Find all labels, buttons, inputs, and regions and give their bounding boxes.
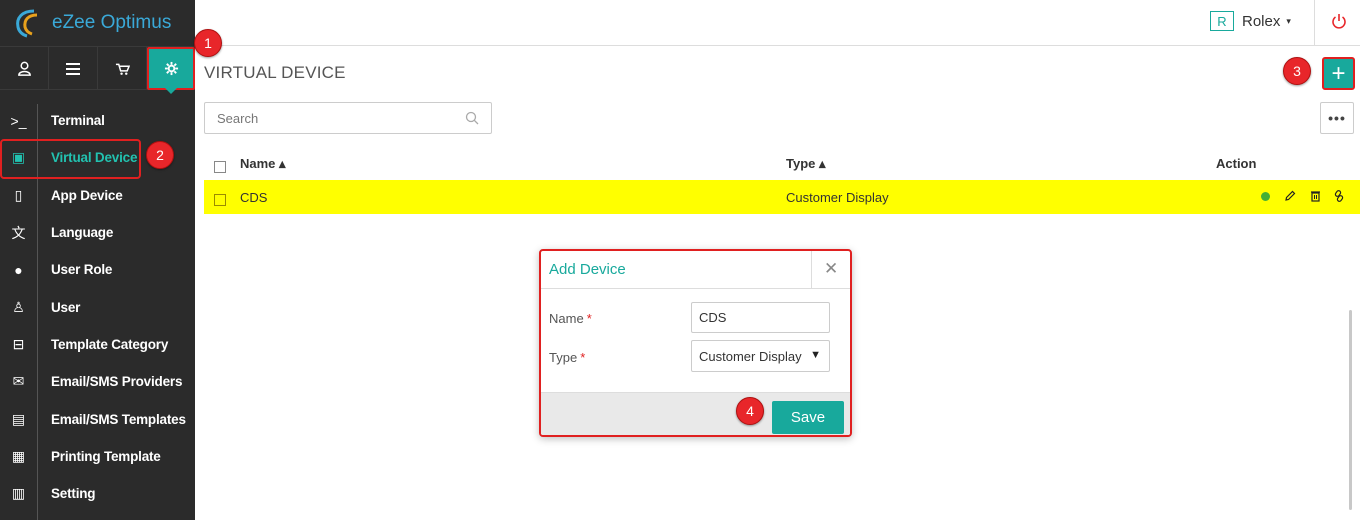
chevron-down-icon: ▼ xyxy=(810,349,821,361)
callout-3: 3 xyxy=(1283,57,1311,85)
dialog-header: Add Device ✕ xyxy=(541,251,850,289)
app-logo[interactable]: eZee Optimus xyxy=(0,0,195,46)
receipt-icon: ▦ xyxy=(11,447,26,464)
divider xyxy=(811,251,812,289)
dialog-footer: Save xyxy=(541,392,850,435)
sidebar-item-printing-template[interactable]: ▦ Printing Template xyxy=(0,438,195,475)
sidebar-item-terminal[interactable]: >_ Terminal xyxy=(0,102,195,139)
language-icon: 文 xyxy=(11,224,26,241)
sidebar-item-label: Printing Template xyxy=(51,448,161,464)
scrollbar[interactable] xyxy=(1349,310,1352,510)
divider xyxy=(1314,0,1315,46)
name-field[interactable]: CDS xyxy=(691,302,830,333)
sidebar-item-template-category[interactable]: ⊟ Template Category xyxy=(0,326,195,363)
column-header-action: Action xyxy=(1216,156,1257,171)
sidebar-item-label: Setting xyxy=(51,486,96,502)
sidebar-item-email-sms-providers[interactable]: ✉ Email/SMS Providers xyxy=(0,363,195,400)
callout-1: 1 xyxy=(194,29,222,57)
sidebar-icon-tabs xyxy=(0,46,195,90)
more-options-button[interactable]: ••• xyxy=(1320,102,1354,134)
row-checkbox[interactable] xyxy=(214,194,226,206)
sidebar-item-label: User Role xyxy=(51,262,113,278)
sidebar-item-label: Email/SMS Providers xyxy=(51,374,183,390)
sidebar-item-user-role[interactable]: ● User Role xyxy=(0,251,195,288)
status-active-icon[interactable] xyxy=(1261,192,1270,201)
menu-icon xyxy=(66,62,80,75)
select-all-checkbox[interactable] xyxy=(214,161,226,173)
add-device-button[interactable]: + xyxy=(1322,57,1355,90)
column-header-type[interactable]: Type ▴ xyxy=(786,156,826,172)
sidebar-item-label: App Device xyxy=(51,187,123,203)
user-role-icon: ● xyxy=(14,261,23,278)
power-button[interactable] xyxy=(1328,10,1350,32)
terminal-icon: >_ xyxy=(10,112,27,129)
gear-icon xyxy=(164,61,178,76)
callout-2: 2 xyxy=(146,141,174,169)
row-name: CDS xyxy=(240,190,268,205)
search-input[interactable] xyxy=(217,110,447,126)
link-icon[interactable] xyxy=(1332,189,1346,203)
user-name: Rolex xyxy=(1242,12,1281,30)
row-type: Customer Display xyxy=(786,190,889,205)
tab-cart[interactable] xyxy=(98,47,147,90)
sidebar: eZee Optimus >_ Terminal ▣ Virtual Devic… xyxy=(0,0,195,520)
sidebar-item-label: Email/SMS Templates xyxy=(51,411,186,427)
inbox-icon: ⊟ xyxy=(12,335,25,352)
delete-icon[interactable] xyxy=(1308,189,1322,203)
sidebar-item-user[interactable]: ♙ User xyxy=(0,288,195,325)
user-menu[interactable]: R Rolex ▾ xyxy=(1210,11,1291,31)
topbar: R Rolex ▾ xyxy=(195,0,1360,46)
settings-sliders-icon: ▥ xyxy=(11,485,26,502)
cart-icon xyxy=(115,63,130,75)
active-tab-caret xyxy=(165,88,177,94)
tab-user[interactable] xyxy=(0,47,49,90)
sidebar-item-language[interactable]: 文 Language xyxy=(0,214,195,251)
add-device-dialog: Add Device ✕ Name * CDS Type * Customer Di… xyxy=(539,249,852,437)
required-mark: * xyxy=(580,350,586,365)
highlight-box xyxy=(0,139,141,179)
template-icon: ▤ xyxy=(11,410,26,427)
envelope-icon: ✉ xyxy=(12,373,25,390)
chevron-down-icon: ▾ xyxy=(1286,15,1291,26)
sidebar-item-email-sms-templates[interactable]: ▤ Email/SMS Templates xyxy=(0,400,195,437)
user-initial-badge: R xyxy=(1210,11,1234,31)
save-button[interactable]: Save xyxy=(772,401,844,434)
sidebar-item-setting[interactable]: ▥ Setting xyxy=(0,475,195,512)
user-icon: ♙ xyxy=(12,298,25,315)
app-name: eZee Optimus xyxy=(52,12,172,33)
sidebar-item-label: Terminal xyxy=(51,113,105,129)
required-mark: * xyxy=(586,311,592,326)
phone-icon: ▯ xyxy=(14,186,23,203)
search-icon[interactable] xyxy=(465,111,479,125)
power-icon xyxy=(1332,14,1346,29)
dialog-title: Add Device xyxy=(549,261,626,278)
close-icon[interactable]: ✕ xyxy=(824,259,838,279)
type-value: Customer Display xyxy=(699,348,802,364)
tab-menu[interactable] xyxy=(49,47,98,90)
callout-4: 4 xyxy=(736,397,764,425)
type-select[interactable]: Customer Display ▼ xyxy=(691,340,830,372)
page-title: VIRTUAL DEVICE xyxy=(204,63,346,82)
edit-icon[interactable] xyxy=(1283,189,1297,203)
name-label: Name * xyxy=(549,311,592,326)
column-header-name[interactable]: Name ▴ xyxy=(240,156,286,172)
tab-settings[interactable] xyxy=(147,47,195,90)
sidebar-item-app-device[interactable]: ▯ App Device xyxy=(0,177,195,214)
name-value: CDS xyxy=(699,310,727,325)
type-label: Type * xyxy=(549,350,586,365)
user-icon xyxy=(17,61,31,76)
table-row[interactable]: CDS Customer Display xyxy=(204,180,1360,214)
sidebar-item-label: Language xyxy=(51,225,114,241)
logo-icon xyxy=(16,9,38,38)
sidebar-item-label: User xyxy=(51,299,81,315)
table-header: Name ▴ Type ▴ Action xyxy=(204,146,1360,179)
search-field[interactable] xyxy=(204,102,492,134)
sidebar-item-label: Template Category xyxy=(51,336,169,352)
